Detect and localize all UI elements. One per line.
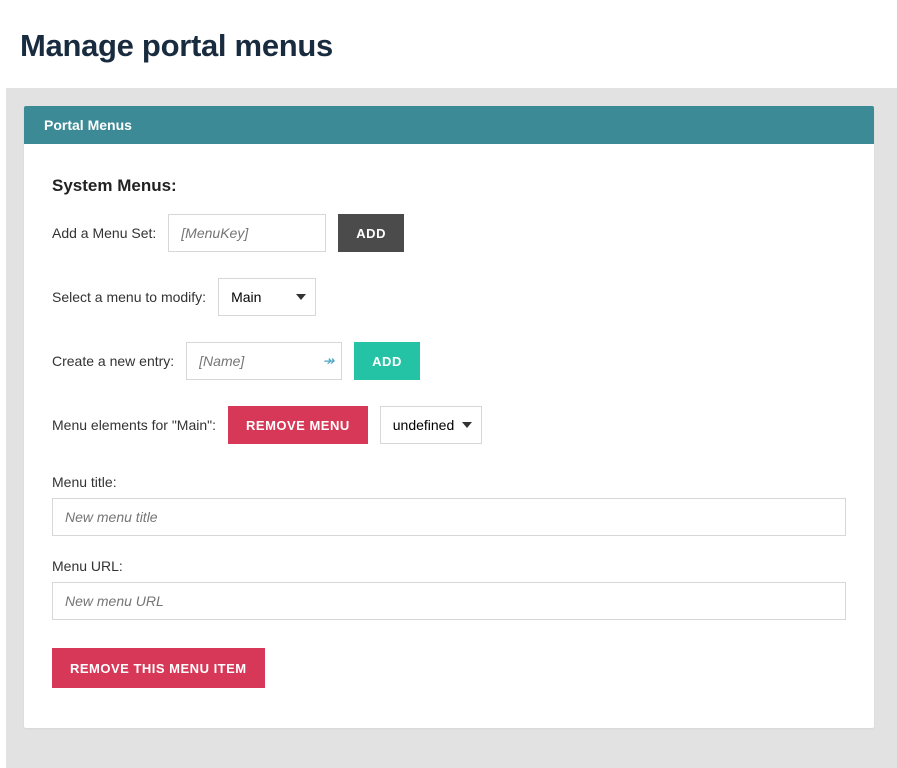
entry-name-input[interactable]	[186, 342, 342, 380]
portal-menus-panel: Portal Menus System Menus: Add a Menu Se…	[24, 106, 874, 728]
menu-url-label: Menu URL:	[52, 558, 846, 574]
panel-header: Portal Menus	[24, 106, 874, 144]
create-entry-row: Create a new entry: ↠ Add	[52, 342, 846, 380]
select-menu-row: Select a menu to modify: Main	[52, 278, 846, 316]
menu-url-field: Menu URL:	[52, 558, 846, 620]
add-menu-set-row: Add a Menu Set: Add	[52, 214, 846, 252]
name-input-wrap: ↠	[186, 342, 342, 380]
menu-title-input[interactable]	[52, 498, 846, 536]
add-menu-set-button[interactable]: Add	[338, 214, 404, 252]
menu-elements-row: Menu elements for "Main": Remove Menu un…	[52, 406, 846, 444]
menu-title-field: Menu title:	[52, 474, 846, 536]
content-area: Portal Menus System Menus: Add a Menu Se…	[6, 88, 897, 768]
system-menus-heading: System Menus:	[52, 176, 846, 196]
select-menu-label: Select a menu to modify:	[52, 289, 206, 305]
select-menu-dropdown[interactable]: Main	[218, 278, 316, 316]
menu-key-input[interactable]	[168, 214, 326, 252]
menu-elements-label: Menu elements for "Main":	[52, 417, 216, 433]
add-menu-set-label: Add a Menu Set:	[52, 225, 156, 241]
menu-elements-dropdown[interactable]: undefined	[380, 406, 482, 444]
remove-menu-item-button[interactable]: Remove this menu item	[52, 648, 265, 688]
panel-body: System Menus: Add a Menu Set: Add Select…	[24, 144, 874, 728]
create-entry-label: Create a new entry:	[52, 353, 174, 369]
remove-menu-button[interactable]: Remove Menu	[228, 406, 368, 444]
add-entry-button[interactable]: Add	[354, 342, 420, 380]
menu-url-input[interactable]	[52, 582, 846, 620]
page-title: Manage portal menus	[0, 0, 897, 88]
menu-title-label: Menu title:	[52, 474, 846, 490]
